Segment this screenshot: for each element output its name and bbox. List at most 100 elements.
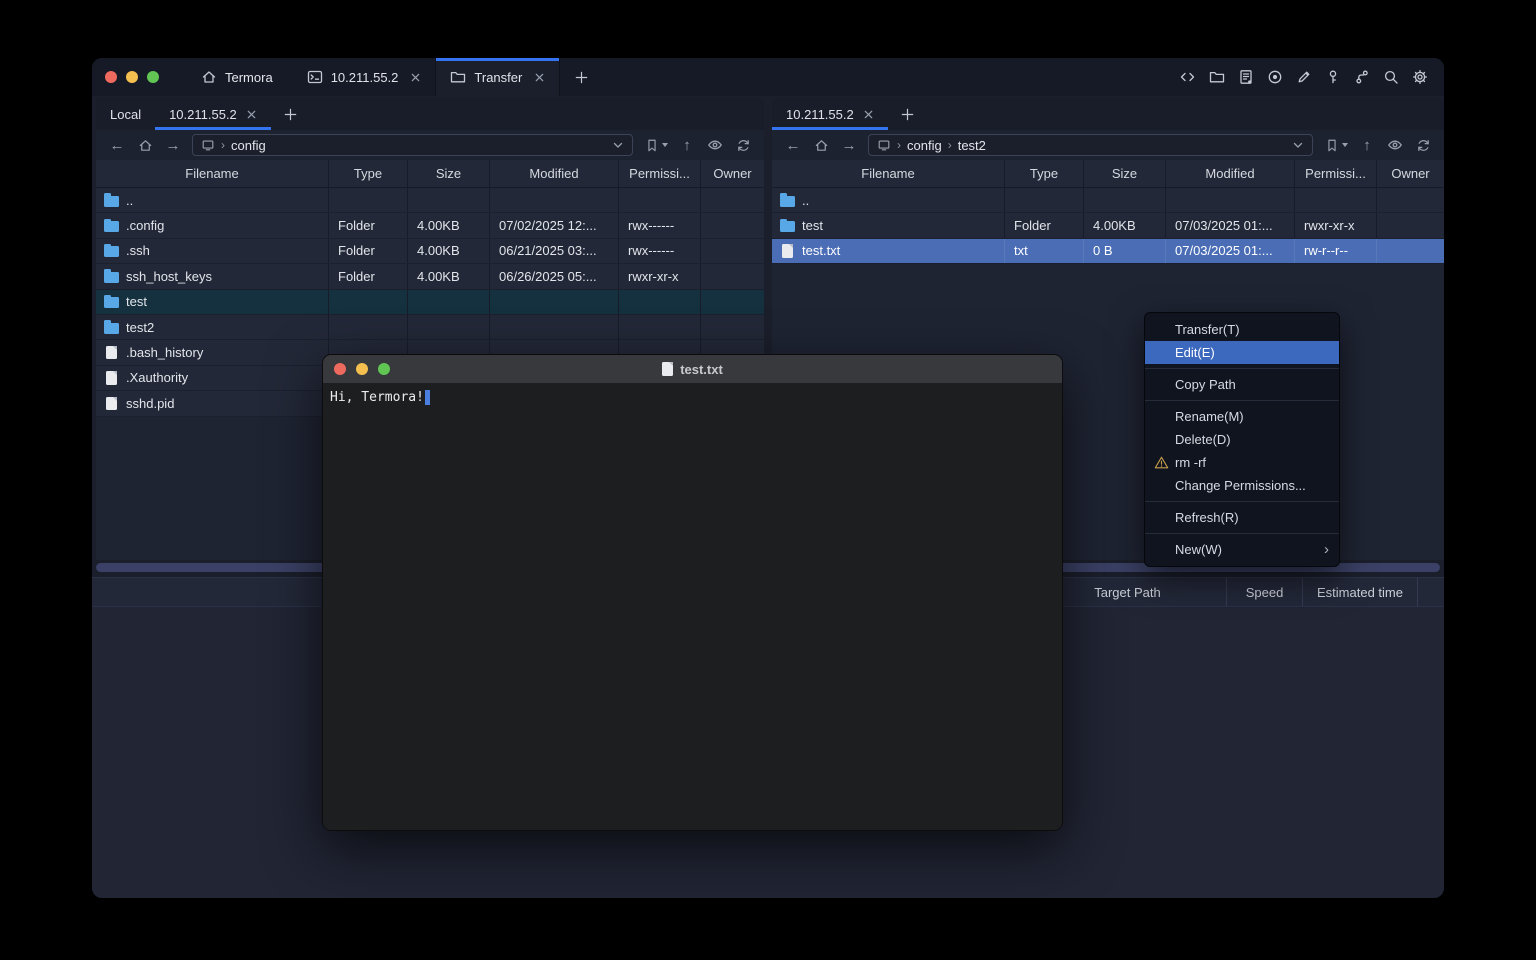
table-row[interactable]: ssh_host_keys Folder4.00KB06/26/2025 05:… [96, 264, 764, 289]
filename: .Xauthority [126, 370, 188, 385]
warning-icon [1154, 455, 1169, 470]
text-cursor [425, 390, 430, 405]
back-button[interactable]: ← [104, 138, 130, 153]
computer-icon [201, 138, 215, 152]
back-button[interactable]: ← [780, 138, 806, 153]
menu-item-rename[interactable]: Rename(M) [1145, 405, 1339, 428]
path-segment[interactable]: config [231, 138, 266, 153]
show-hidden-button[interactable] [1382, 137, 1408, 153]
pane-tab-local[interactable]: Local [96, 98, 155, 130]
menu-item-new[interactable]: New(W) › [1145, 538, 1339, 561]
path-segment[interactable]: test2 [958, 138, 986, 153]
titlebar-tab-host[interactable]: 10.211.55.2 [293, 58, 436, 96]
menu-separator [1145, 501, 1339, 502]
pane-tab-label: 10.211.55.2 [169, 107, 237, 122]
folder-icon [450, 69, 466, 85]
column-header[interactable]: Type [328, 160, 407, 187]
menu-item-change-permissions[interactable]: Change Permissions... [1145, 474, 1339, 497]
path-field[interactable]: › config [192, 134, 633, 156]
close-icon[interactable] [863, 109, 874, 120]
new-tab-button[interactable] [560, 58, 603, 96]
path-dropdown-button[interactable] [612, 139, 624, 151]
maximize-window-button[interactable] [378, 363, 390, 375]
titlebar-tab-transfer[interactable]: Transfer [435, 58, 560, 96]
table-row[interactable]: test2 [96, 315, 764, 340]
edit-icon[interactable] [1296, 69, 1312, 85]
chevron-right-icon: › [897, 138, 901, 152]
close-icon[interactable] [410, 72, 421, 83]
forward-button[interactable]: → [160, 138, 186, 153]
column-header[interactable]: Owner [1376, 160, 1444, 187]
table-row-selected[interactable]: test.txt txt0 B07/03/2025 01:...rw-r--r-… [772, 239, 1444, 264]
menu-item-refresh[interactable]: Refresh(R) [1145, 506, 1339, 529]
key-icon[interactable] [1325, 69, 1341, 85]
column-header[interactable]: Size [407, 160, 489, 187]
new-pane-tab-button[interactable] [888, 98, 927, 130]
column-header[interactable]: Filename [96, 160, 328, 187]
eye-icon [1387, 137, 1403, 153]
column-header[interactable]: Type [1004, 160, 1083, 187]
column-header[interactable]: Owner [700, 160, 764, 187]
bookmark-button[interactable] [1321, 138, 1352, 153]
maximize-window-button[interactable] [147, 71, 159, 83]
branch-icon[interactable] [1354, 69, 1370, 85]
show-hidden-button[interactable] [702, 137, 728, 153]
filename: ssh_host_keys [126, 269, 212, 284]
refresh-button[interactable] [730, 138, 756, 153]
close-window-button[interactable] [105, 71, 117, 83]
menu-separator [1145, 533, 1339, 534]
record-icon[interactable] [1267, 69, 1283, 85]
column-header[interactable]: Permissi... [1294, 160, 1376, 187]
search-icon[interactable] [1383, 69, 1399, 85]
path-segment[interactable]: config [907, 138, 942, 153]
editor-title: test.txt [680, 362, 723, 377]
bookmark-button[interactable] [641, 138, 672, 153]
upload-button[interactable]: ↑ [674, 138, 700, 153]
table-row-selected[interactable]: test [96, 290, 764, 315]
path-field[interactable]: › config › test2 [868, 134, 1313, 156]
home-icon [201, 69, 217, 85]
upload-button[interactable]: ↑ [1354, 138, 1380, 153]
column-header[interactable]: Size [1083, 160, 1165, 187]
close-icon[interactable] [246, 109, 257, 120]
minimize-window-button[interactable] [356, 363, 368, 375]
table-row[interactable]: .. [96, 188, 764, 213]
path-dropdown-button[interactable] [1292, 139, 1304, 151]
plus-icon [283, 107, 298, 122]
caret-down-icon [1342, 143, 1348, 147]
pane-tab-remote[interactable]: 10.211.55.2 [155, 98, 271, 130]
forward-button[interactable]: → [836, 138, 862, 153]
menu-item-transfer[interactable]: Transfer(T) [1145, 318, 1339, 341]
column-header[interactable]: Estimated time [1302, 578, 1417, 606]
menu-item-delete[interactable]: Delete(D) [1145, 428, 1339, 451]
code-icon[interactable] [1179, 69, 1196, 85]
column-header[interactable]: Speed [1226, 578, 1302, 606]
log-icon[interactable] [1238, 69, 1254, 85]
app-home-item[interactable]: Termora [181, 58, 293, 96]
menu-item-copy-path[interactable]: Copy Path [1145, 373, 1339, 396]
column-header[interactable]: Filename [772, 160, 1004, 187]
menu-item-edit[interactable]: Edit(E) [1145, 341, 1339, 364]
refresh-button[interactable] [1410, 138, 1436, 153]
home-icon [138, 138, 153, 153]
home-button[interactable] [808, 138, 834, 153]
menu-item-rm-rf[interactable]: rm -rf [1145, 451, 1339, 474]
minimize-window-button[interactable] [126, 71, 138, 83]
pane-tab-remote[interactable]: 10.211.55.2 [772, 98, 888, 130]
close-icon[interactable] [534, 72, 545, 83]
column-header[interactable]: Permissi... [618, 160, 700, 187]
table-row[interactable]: test Folder4.00KB07/03/2025 01:...rwxr-x… [772, 213, 1444, 238]
home-button[interactable] [132, 138, 158, 153]
folder-icon[interactable] [1209, 69, 1225, 85]
close-window-button[interactable] [334, 363, 346, 375]
table-row[interactable]: .config Folder4.00KB07/02/2025 12:...rwx… [96, 213, 764, 238]
settings-icon[interactable] [1412, 69, 1428, 85]
column-header[interactable]: Modified [489, 160, 618, 187]
editor-content[interactable]: Hi, Termora! [323, 383, 1062, 830]
editor-titlebar: test.txt [323, 355, 1062, 383]
arrow-up-icon: ↑ [1363, 138, 1371, 153]
table-row[interactable]: .. [772, 188, 1444, 213]
table-row[interactable]: .ssh Folder4.00KB06/21/2025 03:...rwx---… [96, 239, 764, 264]
column-header[interactable]: Modified [1165, 160, 1294, 187]
new-pane-tab-button[interactable] [271, 98, 310, 130]
